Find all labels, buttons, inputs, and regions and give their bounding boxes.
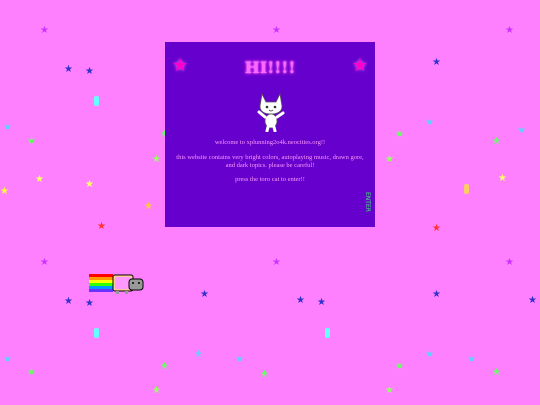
enter-instruction: press the toro cat to enter!! bbox=[235, 176, 305, 183]
star-icon: ★ bbox=[395, 361, 404, 372]
star-icon: ★ bbox=[3, 354, 12, 365]
star-icon: ★ bbox=[3, 122, 12, 133]
star-icon: ★ bbox=[432, 289, 441, 300]
sparkle-icon bbox=[94, 328, 99, 338]
star-icon: ★ bbox=[27, 136, 36, 147]
star-icon: ★ bbox=[160, 361, 169, 372]
star-icon: ★ bbox=[528, 295, 537, 306]
star-icon: ★ bbox=[194, 349, 203, 360]
sparkle-icon bbox=[464, 184, 469, 194]
star-icon: ★ bbox=[505, 257, 514, 268]
modal-title: HI!!!! bbox=[244, 58, 296, 77]
star-icon: ★ bbox=[395, 129, 404, 140]
star-icon: ★ bbox=[517, 125, 526, 136]
star-icon: ★ bbox=[505, 25, 514, 36]
star-icon: ★ bbox=[385, 154, 394, 165]
star-icon: ★ bbox=[144, 201, 153, 212]
nyan-cat-icon bbox=[89, 274, 144, 294]
star-icon: ★ bbox=[296, 295, 305, 306]
star-icon: ★ bbox=[85, 298, 94, 309]
star-icon: ★ bbox=[498, 173, 507, 184]
star-icon: ★ bbox=[64, 296, 73, 307]
star-icon: ★ bbox=[235, 354, 244, 365]
star-icon: ★ bbox=[317, 297, 326, 308]
star-icon: ★ bbox=[85, 179, 94, 190]
star-icon: ★ bbox=[40, 257, 49, 268]
side-label: ENTER bbox=[364, 192, 371, 212]
star-icon: ★ bbox=[0, 186, 9, 197]
star-icon: ★ bbox=[40, 25, 49, 36]
star-icon: ★ bbox=[152, 154, 161, 165]
star-icon: ★ bbox=[85, 66, 94, 77]
star-icon: ★ bbox=[425, 349, 434, 360]
star-icon: ★ bbox=[152, 385, 161, 396]
warning-text: this website contains very bright colors… bbox=[176, 154, 364, 169]
star-icon: ★ bbox=[492, 136, 501, 147]
star-icon: ★ bbox=[272, 257, 281, 268]
sparkle-icon bbox=[325, 328, 330, 338]
toro-cat-icon[interactable] bbox=[256, 90, 286, 132]
star-icon: ★ bbox=[27, 367, 36, 378]
star-icon: ★ bbox=[35, 174, 44, 185]
star-icon: ★ bbox=[432, 223, 441, 234]
star-icon: ★ bbox=[467, 354, 476, 365]
sparkle-icon bbox=[94, 96, 99, 106]
star-icon: ★ bbox=[97, 221, 106, 232]
star-icon: ★ bbox=[200, 289, 209, 300]
star-icon: ★ bbox=[432, 57, 441, 68]
star-icon: ★ bbox=[64, 64, 73, 75]
welcome-modal: ★ ★ HI!!!! welcome to xplunning2o4k.neoc… bbox=[165, 42, 375, 227]
star-icon: ★ bbox=[385, 385, 394, 396]
star-icon: ★ bbox=[260, 369, 269, 380]
welcome-text: welcome to xplunning2o4k.neocities.org!! bbox=[214, 139, 326, 146]
star-icon: ★ bbox=[492, 367, 501, 378]
star-icon: ★ bbox=[272, 25, 281, 36]
star-icon: ★ bbox=[425, 117, 434, 128]
